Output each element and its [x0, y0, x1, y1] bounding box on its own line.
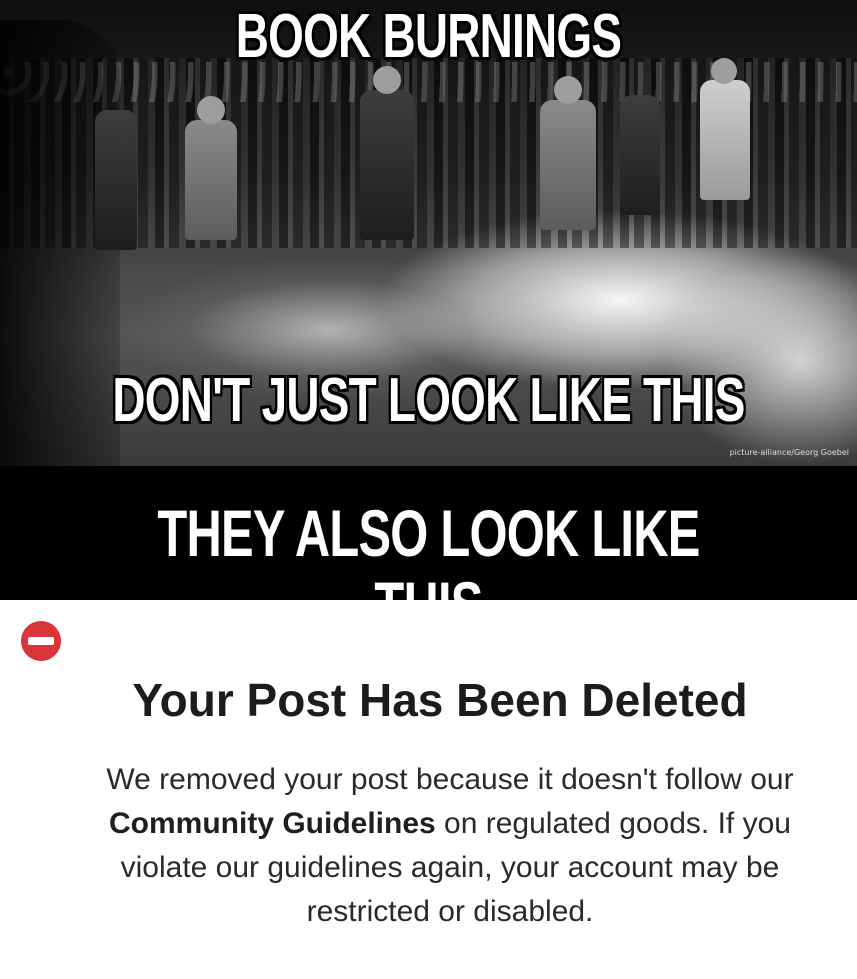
meme-image: picture-alliance/Georg Goebel BOOK BURNI… — [0, 0, 857, 979]
no-entry-icon — [19, 619, 63, 663]
uniformed-figure — [360, 90, 414, 240]
figure-head — [197, 96, 225, 124]
notice-body-text: We removed your post because it doesn't … — [106, 763, 794, 796]
notice-body: We removed your post because it doesn't … — [80, 758, 820, 934]
saluting-figure — [700, 80, 750, 200]
notice-title: Your Post Has Been Deleted — [132, 674, 748, 726]
uniformed-figure — [185, 120, 237, 240]
caption-top: BOOK BURNINGS — [235, 2, 622, 71]
post-deleted-notice: Your Post Has Been Deleted We removed yo… — [0, 600, 857, 979]
uniformed-figure — [620, 95, 660, 215]
community-guidelines-text: Community Guidelines — [109, 807, 436, 840]
figure-head — [554, 76, 582, 104]
uniformed-figure — [540, 100, 596, 230]
uniformed-figure — [95, 110, 137, 250]
photo-credit: picture-alliance/Georg Goebel — [729, 448, 849, 457]
caption-middle: DON'T JUST LOOK LIKE THIS — [112, 366, 745, 435]
